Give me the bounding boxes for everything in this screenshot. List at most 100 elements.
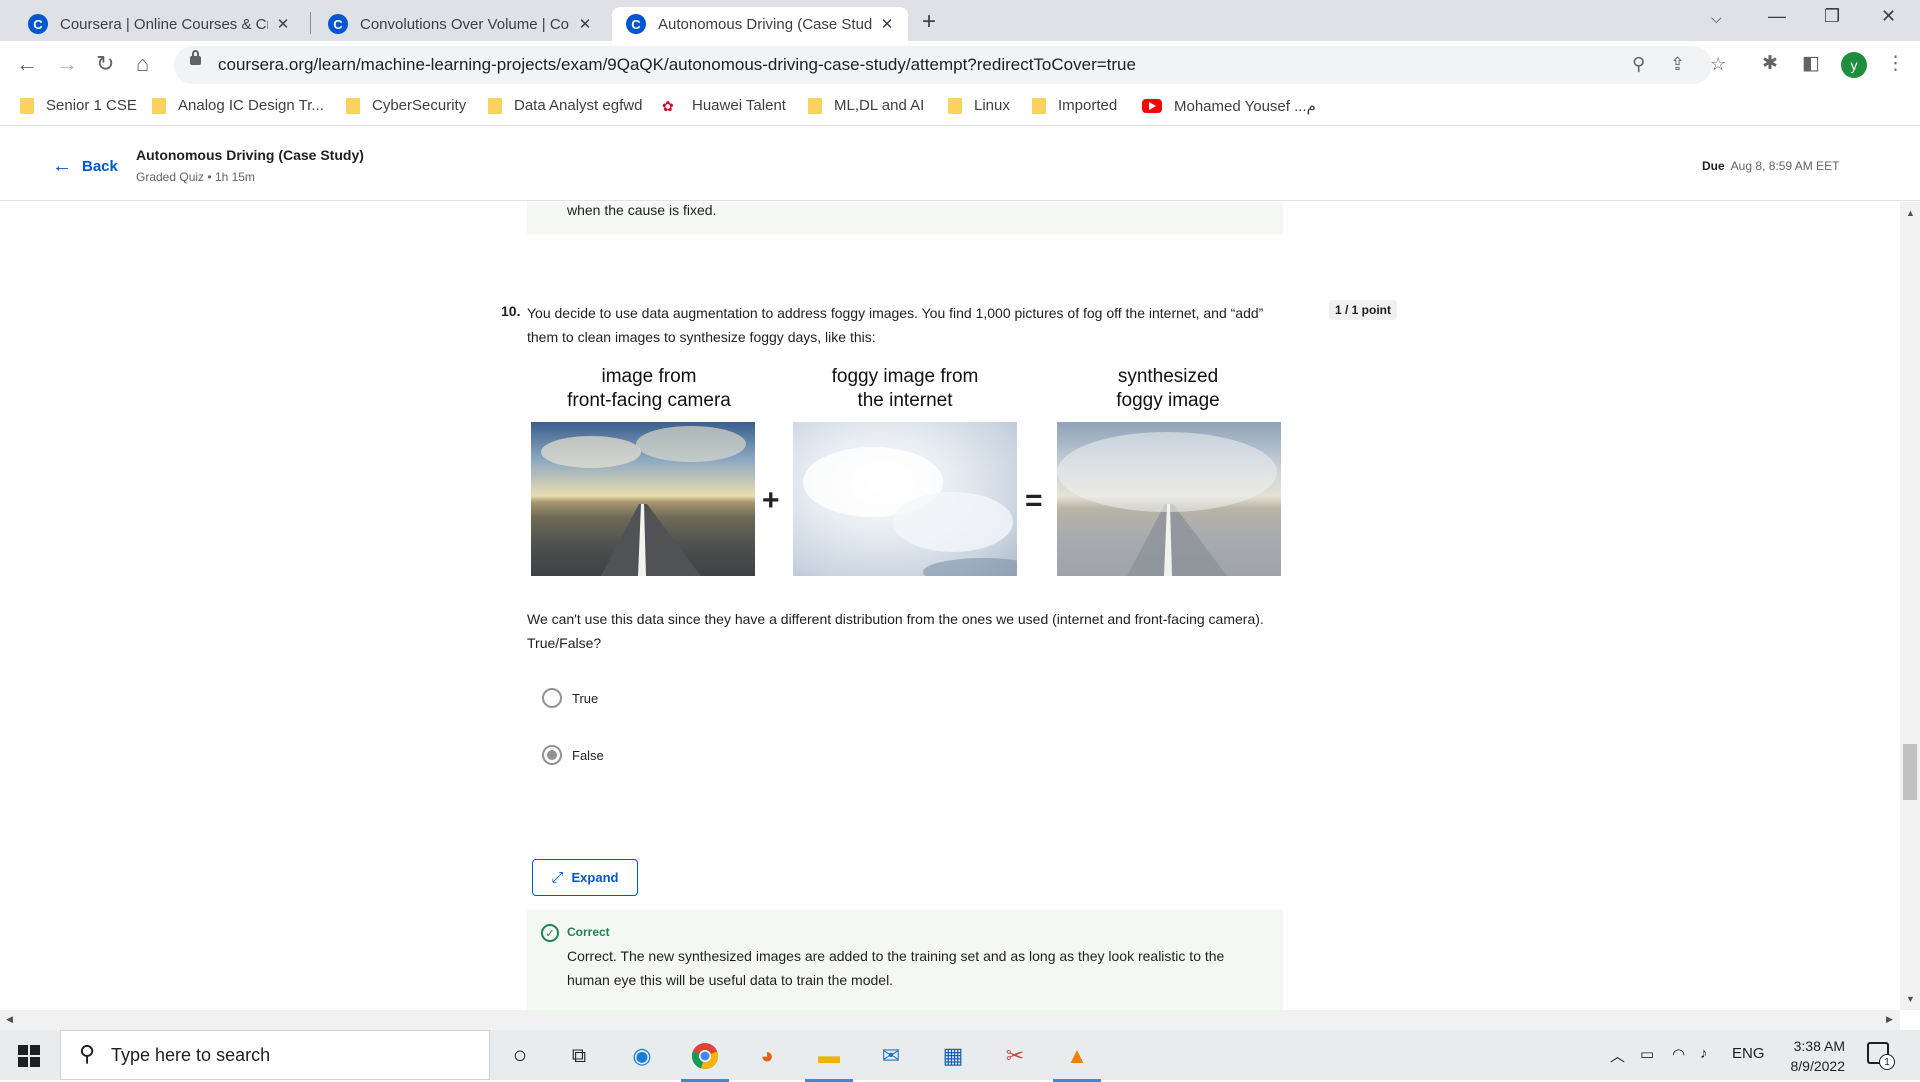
back-button[interactable]: ← Back <box>52 155 118 178</box>
show-hidden-icons[interactable]: ︿ <box>1610 1045 1625 1066</box>
profile-avatar[interactable]: y <box>1841 52 1867 78</box>
home-icon[interactable]: ⌂ <box>136 51 149 77</box>
lock-icon[interactable] <box>190 50 201 65</box>
folder-icon <box>808 97 822 114</box>
tab-convolutions[interactable]: C Convolutions Over Volume | Cou ✕ <box>314 7 606 41</box>
tab-title: Coursera | Online Courses & Crec <box>60 15 268 33</box>
battery-icon[interactable]: ▭ <box>1640 1045 1654 1063</box>
bookmark-mohamed-yousef[interactable]: Mohamed Yousef ...م <box>1142 97 1316 115</box>
fog-shadow-shape <box>923 558 1043 586</box>
tab-title: Convolutions Over Volume | Cou <box>360 15 570 33</box>
bookmark-cybersecurity[interactable]: CyberSecurity <box>346 97 466 114</box>
bookmark-label: CyberSecurity <box>372 97 467 114</box>
taskbar-search-box[interactable]: ⚲ Type here to search <box>60 1030 490 1080</box>
minimize-button[interactable]: — <box>1768 6 1786 27</box>
road-surface <box>601 504 701 576</box>
expand-button[interactable]: ⤢ Expand <box>532 859 638 896</box>
coursera-icon: C <box>28 14 48 34</box>
clock-time: 3:38 AM <box>1793 1038 1845 1054</box>
folder-icon <box>1032 97 1046 114</box>
windows-taskbar: ⚲ Type here to search ○ ⧉ ◉ ◕ ▬ ✉ ▦ ✂ ▲ … <box>0 1030 1920 1082</box>
close-window-button[interactable]: ✕ <box>1881 6 1896 27</box>
tab-separator <box>310 12 311 34</box>
previous-feedback-text: when the cause is fixed. <box>567 202 717 218</box>
browser-toolbar: ← → ↻ ⌂ coursera.org/learn/machine-learn… <box>0 41 1920 89</box>
bookmark-ml-dl-ai[interactable]: ML,DL and AI <box>808 97 924 114</box>
chrome-icon[interactable] <box>681 1040 729 1082</box>
horizontal-scrollbar[interactable]: ◀ ▶ <box>0 1010 1900 1030</box>
fog-cloud-shape <box>893 492 1013 552</box>
due-date-value: Aug 8, 8:59 AM EET <box>1730 159 1840 173</box>
tab-coursera-home[interactable]: C Coursera | Online Courses & Crec ✕ <box>14 7 304 41</box>
previous-question-feedback: when the cause is fixed. <box>527 202 1283 234</box>
vertical-scrollbar[interactable]: ▲ ▼ <box>1900 202 1920 1010</box>
edge-icon[interactable]: ◉ <box>626 1040 658 1072</box>
tab-autonomous-driving[interactable]: C Autonomous Driving (Case Study ✕ <box>612 7 908 41</box>
scroll-left-icon[interactable]: ◀ <box>6 1014 13 1025</box>
cortana-icon[interactable]: ○ <box>504 1040 536 1072</box>
quiz-subtitle: Graded Quiz • 1h 15m <box>136 170 255 184</box>
youtube-icon <box>1142 99 1162 113</box>
bookmark-data-analyst[interactable]: Data Analyst egfwd <box>488 97 642 114</box>
radio-button[interactable] <box>542 688 562 708</box>
extensions-icon[interactable]: ✱ <box>1762 52 1778 75</box>
bookmark-imported[interactable]: Imported <box>1032 97 1117 114</box>
url-text[interactable]: coursera.org/learn/machine-learning-proj… <box>218 55 1136 75</box>
address-bar[interactable]: coursera.org/learn/machine-learning-proj… <box>174 46 1726 84</box>
taskbar-clock[interactable]: 3:38 AM 8/9/2022 <box>1765 1036 1846 1076</box>
close-icon[interactable]: ✕ <box>878 15 896 33</box>
reload-icon[interactable]: ↻ <box>96 51 114 77</box>
quiz-title: Autonomous Driving (Case Study) <box>136 147 364 163</box>
language-indicator[interactable]: ENG <box>1732 1045 1765 1062</box>
arrow-left-icon: ← <box>52 155 72 177</box>
zoom-icon[interactable]: ⚲ <box>1632 54 1645 75</box>
share-icon[interactable]: ⇪ <box>1670 54 1685 75</box>
windows-start-icon[interactable] <box>18 1045 40 1067</box>
profile-initial: y <box>1850 57 1858 73</box>
bookmark-huawei-talent[interactable]: ✿ Huawei Talent <box>662 97 786 114</box>
close-icon[interactable]: ✕ <box>274 15 292 33</box>
vlc-icon[interactable]: ▲ <box>1053 1040 1101 1082</box>
scroll-up-icon[interactable]: ▲ <box>1906 208 1915 218</box>
scroll-down-icon[interactable]: ▼ <box>1906 994 1915 1004</box>
plus-sign: + <box>762 484 780 517</box>
task-view-icon[interactable]: ⧉ <box>563 1040 595 1072</box>
menu-kebab-icon[interactable]: ⋮ <box>1886 52 1905 75</box>
firefox-icon[interactable]: ◕ <box>751 1040 783 1072</box>
radio-button-selected[interactable] <box>542 745 562 765</box>
scroll-right-icon[interactable]: ▶ <box>1886 1014 1893 1025</box>
new-tab-button[interactable]: + <box>922 8 936 36</box>
equals-sign: = <box>1025 484 1043 517</box>
search-icon: ⚲ <box>79 1041 96 1066</box>
back-label: Back <box>82 158 118 175</box>
store-icon[interactable]: ▦ <box>937 1040 969 1072</box>
caption-line: foggy image <box>1116 390 1220 411</box>
mail-icon[interactable]: ✉ <box>875 1040 907 1072</box>
wifi-icon[interactable]: ◠ <box>1672 1045 1685 1063</box>
option-false[interactable]: False <box>542 745 604 765</box>
close-icon[interactable]: ✕ <box>576 15 594 33</box>
bookmark-star-icon[interactable]: ☆ <box>1710 54 1726 75</box>
cloud-shape <box>636 426 746 462</box>
file-explorer-icon[interactable]: ▬ <box>805 1040 853 1082</box>
notification-center-icon[interactable]: 1 <box>1867 1042 1895 1070</box>
back-arrow-icon[interactable]: ← <box>16 51 38 77</box>
side-panel-icon[interactable]: ◧ <box>1802 52 1820 75</box>
option-label: True <box>572 690 599 706</box>
folder-icon <box>948 97 962 114</box>
bookmark-senior-1-cse[interactable]: Senior 1 CSE <box>20 97 137 114</box>
volume-icon[interactable]: ♪ <box>1700 1045 1708 1062</box>
restore-button[interactable]: ❐ <box>1824 6 1840 27</box>
scroll-thumb[interactable] <box>1903 744 1917 800</box>
snipping-tool-icon[interactable]: ✂ <box>999 1040 1031 1072</box>
caption-line: image from <box>601 366 697 387</box>
check-circle-icon: ✓ <box>541 924 559 942</box>
folder-icon <box>20 97 34 114</box>
forward-arrow-icon[interactable]: → <box>56 51 78 77</box>
expand-label: Expand <box>571 870 619 885</box>
bookmark-analog-ic[interactable]: Analog IC Design Tr... <box>152 97 324 114</box>
coursera-icon: C <box>328 14 348 34</box>
bookmark-linux[interactable]: Linux <box>948 97 1010 114</box>
option-true[interactable]: True <box>542 688 598 708</box>
tab-search-icon[interactable]: ⌵ <box>1711 10 1722 27</box>
